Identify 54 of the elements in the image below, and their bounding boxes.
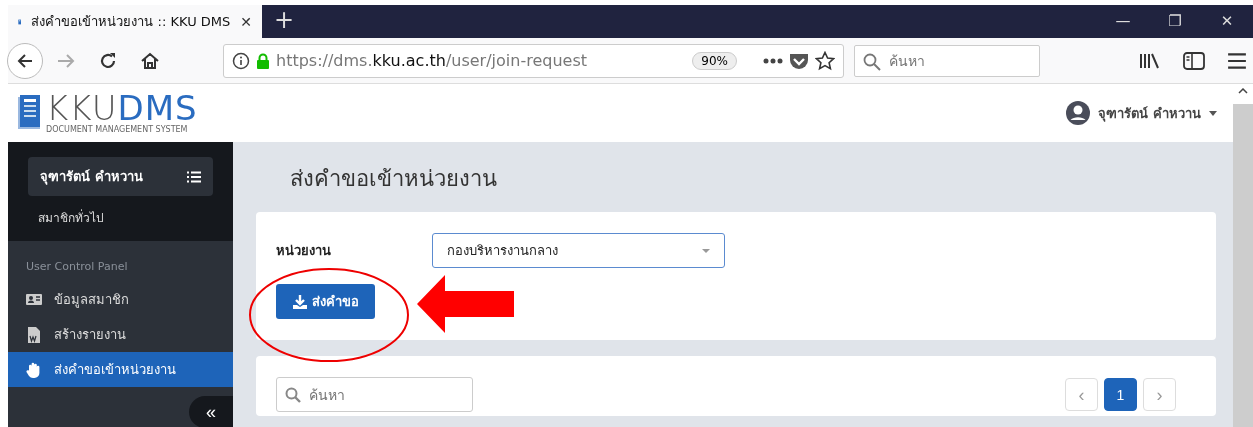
home-icon[interactable]	[140, 50, 160, 71]
search-icon	[863, 52, 881, 71]
logo-text: KKU	[46, 92, 118, 124]
minimize-button[interactable]: —	[1097, 5, 1149, 38]
sidebar-item[interactable]: ข้อมูลสมาชิก	[8, 282, 233, 317]
logo-subtitle: DOCUMENT MANAGEMENT SYSTEM	[46, 125, 189, 134]
field-label: หน่วยงาน	[276, 242, 332, 260]
search-icon	[285, 387, 301, 403]
user-role: สมาชิกทั่วไป	[37, 208, 105, 227]
collapse-button[interactable]: «	[189, 396, 233, 427]
caret-icon	[702, 248, 710, 253]
restore-button[interactable]: ❐	[1149, 5, 1201, 38]
user-name: จุฑารัตน์ คำหวาน	[40, 168, 143, 187]
document-icon	[26, 326, 42, 343]
reload-icon[interactable]	[98, 50, 118, 71]
caret-icon[interactable]	[1209, 110, 1217, 116]
back-button[interactable]	[7, 42, 43, 79]
close-icon[interactable]: ✕	[240, 13, 252, 30]
more-icon[interactable]	[763, 57, 783, 64]
user-card[interactable]: จุฑารัตน์ คำหวาน	[28, 157, 213, 196]
page-title: ส่งคำขอเข้าหน่วยงาน	[289, 165, 498, 193]
page-button[interactable]: 1	[1104, 378, 1137, 411]
download-icon	[292, 294, 307, 309]
search-field[interactable]: ค้นหา	[276, 377, 473, 412]
document-logo-icon	[18, 95, 42, 131]
info-icon	[232, 51, 250, 70]
sidebar-item[interactable]: ส่งคำขอเข้าหน่วยงาน	[8, 352, 233, 387]
department-dropdown[interactable]: กองบริหารงานกลาง	[432, 233, 725, 268]
url-text: https://dms.kku.ac.th/user/join-request	[276, 51, 588, 70]
user-avatar-icon	[1066, 101, 1091, 125]
star-icon[interactable]	[815, 50, 835, 71]
dropdown-value: กองบริหารงานกลาง	[447, 242, 558, 260]
lock-icon	[256, 52, 270, 69]
browser-tab[interactable]: ส่งคำขอเข้าหน่วยงาน :: KKU DMS ✕	[8, 5, 262, 38]
pocket-icon[interactable]	[789, 51, 809, 70]
list-icon[interactable]	[187, 170, 201, 183]
new-tab-button[interactable]: +	[262, 5, 307, 38]
submit-button[interactable]: ส่งคำขอ	[276, 284, 375, 319]
menu-icon[interactable]	[1227, 50, 1247, 71]
search-field[interactable]: ค้นหา	[854, 44, 1040, 77]
address-bar[interactable]: https://dms.kku.ac.th/user/join-request 90%	[223, 43, 844, 78]
sidebar-item[interactable]: สร้างรายงาน	[8, 317, 233, 352]
close-button[interactable]: ✕	[1201, 5, 1253, 38]
chevron-up-icon[interactable]	[1238, 88, 1248, 94]
zoom-badge[interactable]: 90%	[692, 51, 737, 70]
back-arrow-icon	[16, 51, 34, 70]
scrollbar-thumb[interactable]	[1233, 104, 1253, 427]
logo-text: DMS	[117, 92, 198, 124]
sidebar-icon[interactable]	[1183, 50, 1205, 71]
hand-icon	[26, 361, 42, 378]
tab-title: ส่งคำขอเข้าหน่วยงาน :: KKU DMS	[31, 13, 231, 31]
user-name[interactable]: จุฑารัตน์ คำหวาน	[1098, 102, 1201, 124]
section-heading: User Control Panel	[25, 259, 129, 275]
id-card-icon	[26, 291, 42, 308]
